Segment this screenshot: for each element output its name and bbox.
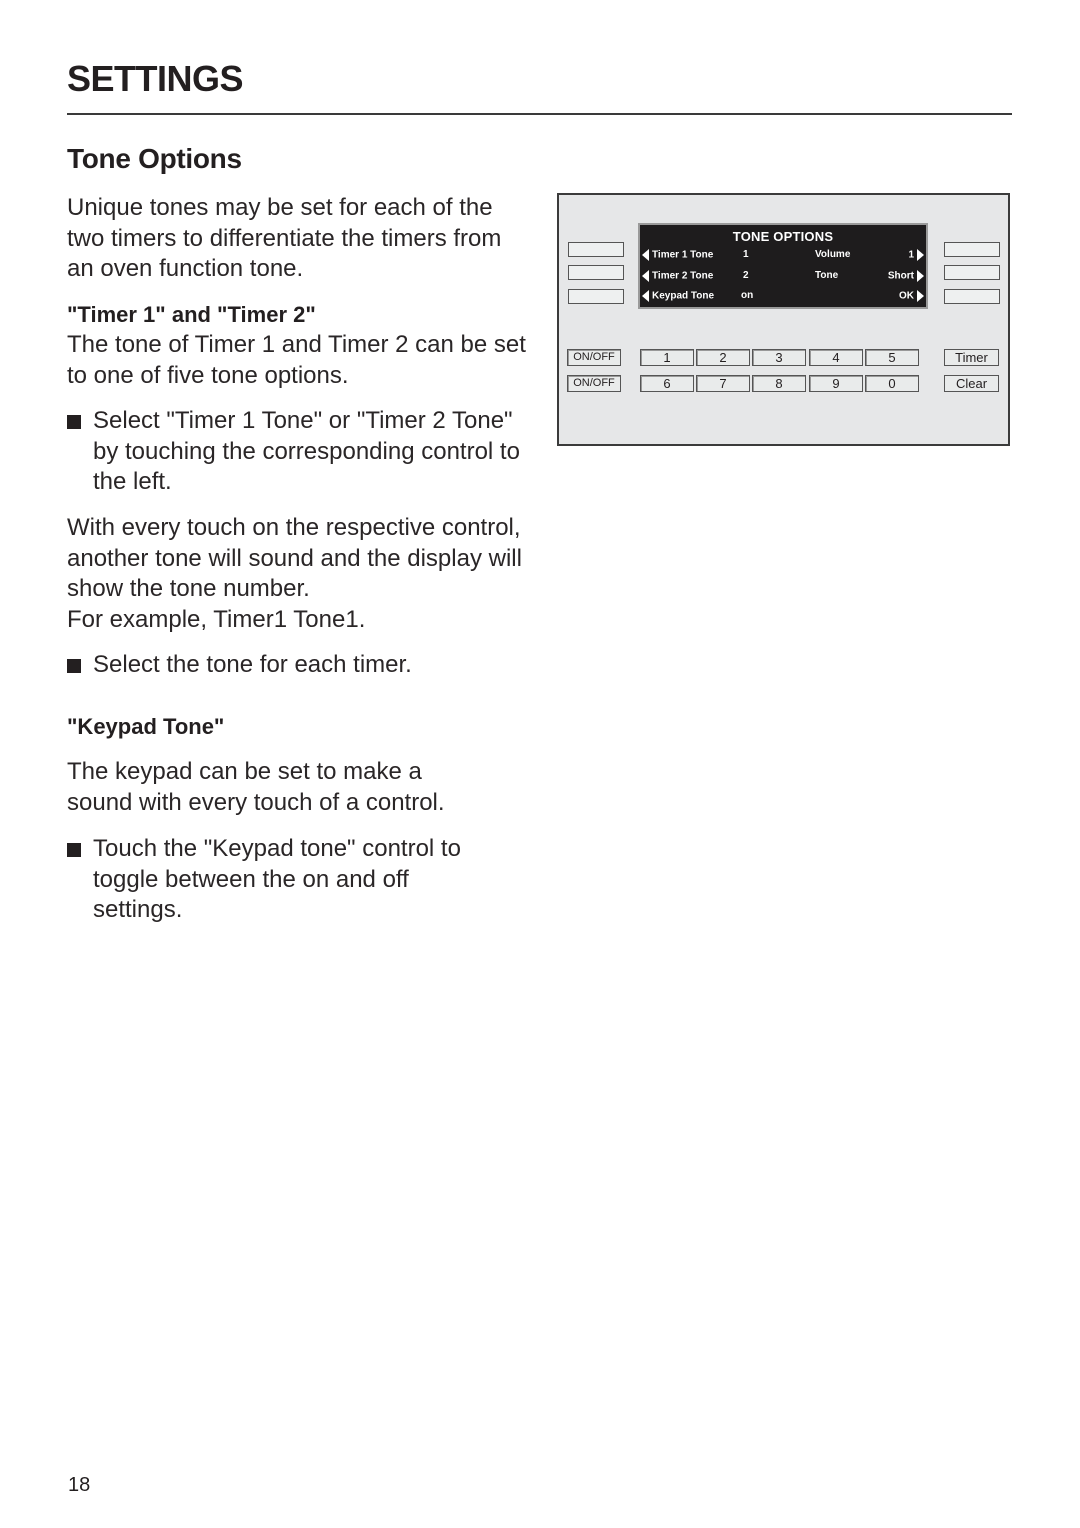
right-soft-key-1[interactable] — [944, 242, 1000, 257]
bullet-square-icon — [67, 659, 81, 673]
key-8[interactable]: 8 — [752, 375, 806, 392]
right-arrow-icon — [917, 270, 924, 282]
bullet-text: Touch the "Keypad tone" control to toggl… — [93, 835, 461, 923]
right-arrow-icon — [917, 290, 924, 302]
page-number: 18 — [68, 1474, 91, 1496]
left-arrow-icon — [642, 270, 649, 282]
tone-cycle-paragraph: With every touch on the respective contr… — [67, 514, 522, 602]
display-left-value: 1 — [743, 249, 749, 260]
timer-paragraph: The tone of Timer 1 and Timer 2 can be s… — [67, 331, 526, 389]
display-right-value: 1 — [908, 249, 924, 261]
page-heading: Tone Options — [67, 143, 242, 174]
display-left-label: Keypad Tone — [642, 290, 714, 302]
control-panel-illustration: TONE OPTIONS Timer 1 Tone 1 Volume 1 Tim… — [557, 193, 1010, 446]
display-row-timer1: Timer 1 Tone 1 Volume 1 — [640, 247, 926, 263]
display-row-timer2: Timer 2 Tone 2 Tone Short — [640, 268, 926, 284]
bullet-keypad-toggle: Touch the "Keypad tone" control to toggl… — [67, 834, 497, 926]
key-0[interactable]: 0 — [865, 375, 919, 392]
bullet-select-timer: Select "Timer 1 Tone" or "Timer 2 Tone" … — [67, 406, 522, 498]
example-line: For example, Timer1 Tone1. — [67, 606, 366, 633]
left-soft-key-3[interactable] — [568, 289, 624, 304]
display-title: TONE OPTIONS — [732, 229, 834, 244]
left-arrow-icon — [642, 249, 649, 261]
display-left-value: 2 — [743, 270, 749, 281]
clear-button[interactable]: Clear — [944, 375, 999, 392]
timer-subheading: "Timer 1" and "Timer 2" — [67, 302, 316, 327]
keypad-paragraph: The keypad can be set to make a sound wi… — [67, 758, 445, 816]
display-row-keypad: Keypad Tone on OK — [640, 288, 926, 304]
header-divider — [67, 113, 1012, 115]
display-right-value: OK — [899, 290, 924, 302]
tone-options-display: TONE OPTIONS Timer 1 Tone 1 Volume 1 Tim… — [638, 223, 928, 309]
display-left-label: Timer 2 Tone — [642, 270, 713, 282]
key-6[interactable]: 6 — [640, 375, 694, 392]
right-arrow-icon — [917, 249, 924, 261]
onoff-button-1[interactable]: ON/OFF — [567, 349, 621, 366]
keypad-subheading: "Keypad Tone" — [67, 714, 225, 739]
section-title: SETTINGS — [67, 58, 244, 99]
onoff-button-2[interactable]: ON/OFF — [567, 375, 621, 392]
bullet-select-tone: Select the tone for each timer. — [67, 650, 522, 681]
key-9[interactable]: 9 — [809, 375, 863, 392]
key-3[interactable]: 3 — [752, 349, 806, 366]
left-soft-key-1[interactable] — [568, 242, 624, 257]
key-5[interactable]: 5 — [865, 349, 919, 366]
display-left-label: Timer 1 Tone — [642, 249, 713, 261]
timer-button[interactable]: Timer — [944, 349, 999, 366]
key-2[interactable]: 2 — [696, 349, 750, 366]
display-left-value: on — [741, 290, 754, 301]
bullet-square-icon — [67, 843, 81, 857]
key-1[interactable]: 1 — [640, 349, 694, 366]
right-soft-key-2[interactable] — [944, 265, 1000, 280]
bullet-text: Select the tone for each timer. — [93, 651, 412, 678]
intro-paragraph: Unique tones may be set for each of the … — [67, 194, 502, 282]
display-right-label: Volume — [815, 249, 851, 260]
bullet-square-icon — [67, 415, 81, 429]
display-right-label: Tone — [815, 270, 839, 281]
key-7[interactable]: 7 — [696, 375, 750, 392]
bullet-text: Select "Timer 1 Tone" or "Timer 2 Tone" … — [93, 407, 520, 495]
left-arrow-icon — [642, 290, 649, 302]
right-soft-key-3[interactable] — [944, 289, 1000, 304]
left-soft-key-2[interactable] — [568, 265, 624, 280]
display-right-value: Short — [888, 270, 924, 282]
key-4[interactable]: 4 — [809, 349, 863, 366]
